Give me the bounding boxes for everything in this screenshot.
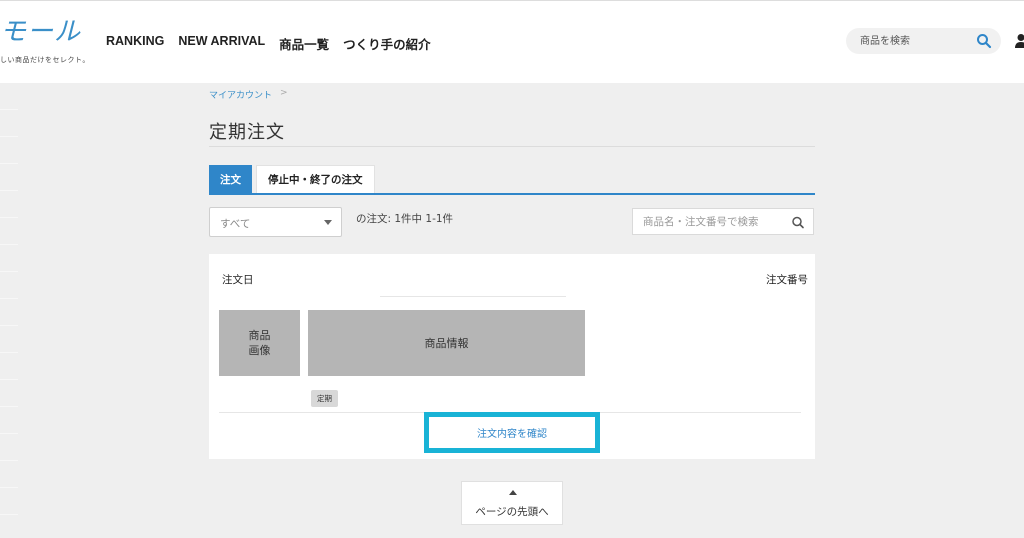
status-select-value: すべて (220, 218, 251, 230)
header-search (846, 28, 1001, 54)
confirm-highlight: 注文内容を確認 (424, 412, 600, 453)
confirm-order-button[interactable]: 注文内容を確認 (477, 425, 547, 440)
tab-orders[interactable]: 注文 (209, 165, 252, 193)
product-image-label: 商品 画像 (248, 329, 271, 357)
breadcrumb-separator: > (280, 88, 288, 98)
order-search-input[interactable] (632, 208, 783, 235)
breadcrumb: マイアカウント > (209, 88, 288, 101)
order-card: 注文日 注文番号 商品 画像 商品情報 定期 注文内容を確認 (209, 254, 815, 459)
order-date-label: 注文日 (222, 274, 254, 286)
search-icon (792, 216, 804, 229)
left-decoration (0, 83, 18, 538)
order-tabs: 注文 停止中・終了の注文 (209, 165, 375, 193)
site-header: モール しい商品だけをセレクト。 RANKING NEW ARRIVAL 商品一… (0, 0, 1024, 83)
page-title: 定期注文 (209, 122, 285, 143)
product-image-placeholder: 商品 画像 (219, 310, 300, 376)
search-icon[interactable] (976, 33, 992, 49)
order-count: の注文: 1件中 1-1件 (356, 213, 454, 225)
status-select[interactable]: すべて (209, 207, 342, 237)
tab-stopped-orders[interactable]: 停止中・終了の注文 (256, 165, 375, 193)
title-divider (209, 146, 815, 147)
order-number-label: 注文番号 (766, 274, 808, 286)
header-search-input[interactable] (860, 33, 970, 49)
arrow-up-icon (509, 490, 517, 495)
nav-makers[interactable]: つくり手の紹介 (343, 34, 431, 53)
tab-underline (209, 193, 815, 195)
site-logo[interactable]: モール (0, 11, 81, 48)
nav-new-arrival[interactable]: NEW ARRIVAL (178, 34, 265, 53)
user-icon[interactable] (1015, 33, 1024, 49)
nav-product-list[interactable]: 商品一覧 (279, 34, 329, 53)
product-info-placeholder: 商品情報 (308, 310, 585, 376)
nav-ranking[interactable]: RANKING (106, 34, 164, 53)
order-search-button[interactable] (782, 208, 814, 235)
back-to-top-button[interactable]: ページの先頭へ (461, 481, 563, 525)
chevron-down-icon (324, 220, 332, 225)
product-info-label: 商品情報 (424, 337, 469, 350)
main-nav: RANKING NEW ARRIVAL 商品一覧 つくり手の紹介 (106, 34, 431, 53)
subscription-badge: 定期 (311, 390, 338, 407)
back-to-top-label: ページの先頭へ (475, 506, 549, 518)
site-tagline: しい商品だけをセレクト。 (0, 56, 90, 64)
card-divider-top (380, 296, 566, 297)
breadcrumb-my-account[interactable]: マイアカウント (209, 88, 272, 101)
